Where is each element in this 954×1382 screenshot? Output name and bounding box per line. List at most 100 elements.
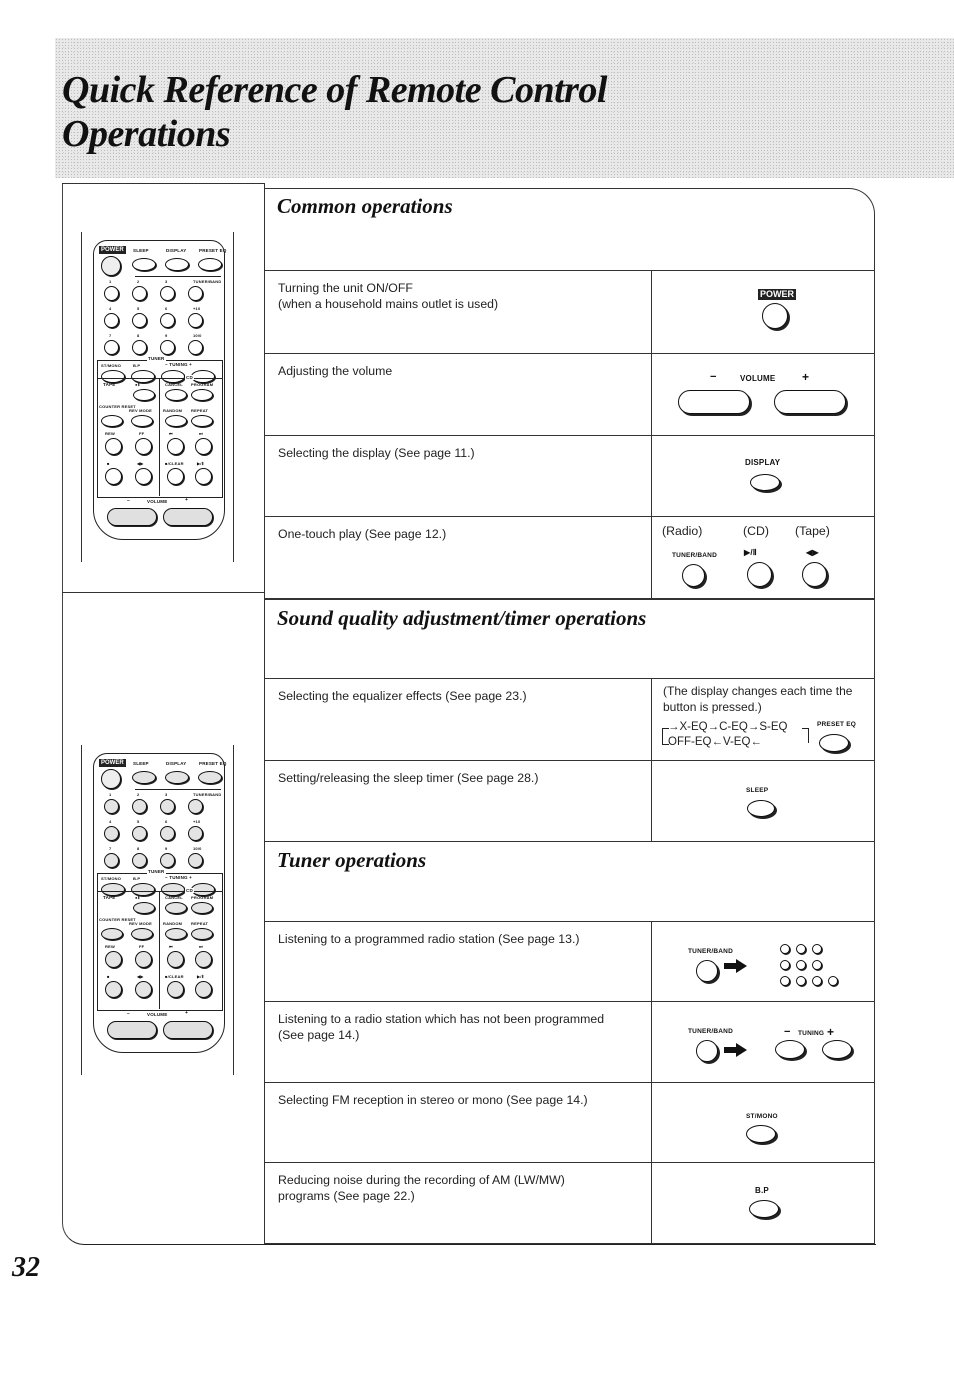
remote-transport-button[interactable]	[167, 981, 184, 998]
remote-volume-up[interactable]	[163, 1021, 213, 1039]
remote-numpad-button[interactable]	[104, 313, 119, 328]
tuning-up-button[interactable]	[822, 1040, 852, 1059]
bp-button[interactable]	[749, 1200, 779, 1218]
remote-transport-button[interactable]	[195, 468, 212, 485]
remote-function-button[interactable]	[101, 415, 123, 427]
remote-transport-button[interactable]	[105, 951, 122, 968]
remote-transport-button[interactable]	[195, 981, 212, 998]
remote-top-button[interactable]	[165, 771, 189, 784]
cd-play-pause-button[interactable]	[747, 562, 772, 587]
numeric-key[interactable]	[780, 960, 790, 970]
remote-cd-button[interactable]	[165, 389, 187, 401]
remote-numpad-button[interactable]	[132, 340, 147, 355]
remote-cd-button[interactable]	[165, 902, 187, 914]
remote-tape-button[interactable]	[133, 389, 155, 401]
remote-top-button[interactable]	[198, 771, 222, 784]
remote-numpad-button[interactable]	[160, 313, 175, 328]
remote-numpad-button[interactable]	[188, 340, 203, 355]
remote-numpad-button[interactable]	[104, 799, 119, 814]
volume-down-button[interactable]	[678, 390, 750, 414]
remote-function-button[interactable]	[191, 415, 213, 427]
remote-cd-button[interactable]	[191, 902, 213, 914]
remote-transport-button[interactable]	[195, 438, 212, 455]
remote-volume-down[interactable]	[107, 508, 157, 526]
tuner-band-button[interactable]	[682, 564, 705, 587]
remote-transport-button[interactable]	[105, 981, 122, 998]
numeric-key[interactable]	[796, 976, 806, 986]
remote-function-button[interactable]	[165, 415, 187, 427]
remote-function-button[interactable]	[101, 928, 123, 940]
display-button[interactable]	[750, 474, 780, 491]
tuning-down-button[interactable]	[775, 1040, 805, 1059]
remote-numpad-button[interactable]	[160, 853, 175, 868]
arrow-right-icon	[724, 959, 747, 973]
remote-numpad-button[interactable]	[132, 826, 147, 841]
remote-transport-button[interactable]	[135, 981, 152, 998]
remote-power-button[interactable]	[101, 769, 121, 789]
remote-divider	[135, 276, 221, 277]
preset-eq-button[interactable]	[819, 734, 849, 752]
remote-function-button[interactable]	[131, 415, 153, 427]
numeric-key[interactable]	[812, 944, 822, 954]
numeric-key[interactable]	[812, 976, 822, 986]
numeric-key[interactable]	[828, 976, 838, 986]
remote-transport-button[interactable]	[195, 951, 212, 968]
sleep-button[interactable]	[747, 800, 775, 817]
numeric-key[interactable]	[780, 976, 790, 986]
numeric-key[interactable]	[812, 960, 822, 970]
tuner-band-button[interactable]	[696, 1040, 718, 1062]
remote-function-button[interactable]	[131, 928, 153, 940]
remote-numpad-button[interactable]	[188, 826, 203, 841]
remote-tape-button[interactable]	[133, 902, 155, 914]
section-title: Tuner operations	[277, 848, 427, 872]
remote-function-button[interactable]	[191, 928, 213, 940]
remote-numpad-button[interactable]	[132, 799, 147, 814]
power-button[interactable]	[762, 303, 788, 329]
volume-up-button[interactable]	[774, 390, 846, 414]
remote-transport-button[interactable]	[135, 951, 152, 968]
remote-numpad-button[interactable]	[160, 340, 175, 355]
remote-volume-down[interactable]	[107, 1021, 157, 1039]
remote-numpad-button[interactable]	[160, 799, 175, 814]
remote-numpad-button[interactable]	[104, 853, 119, 868]
tape-play-button[interactable]	[802, 562, 827, 587]
remote-numpad-button[interactable]	[104, 286, 119, 301]
remote-volume-up[interactable]	[163, 508, 213, 526]
remote-function-button[interactable]	[165, 928, 187, 940]
remote-numpad-button[interactable]	[132, 853, 147, 868]
remote-cd-key-label: PROGRAM	[191, 895, 214, 900]
remote-top-button[interactable]	[132, 258, 156, 271]
remote-transport-button[interactable]	[105, 468, 122, 485]
remote-cd-button[interactable]	[191, 389, 213, 401]
tuner-band-button[interactable]	[696, 960, 718, 982]
numeric-key[interactable]	[780, 944, 790, 954]
remote-numpad-button[interactable]	[188, 853, 203, 868]
st-mono-button[interactable]	[746, 1125, 776, 1143]
remote-numpad-button[interactable]	[104, 340, 119, 355]
remote-numpad-button[interactable]	[188, 799, 203, 814]
remote-numpad-button[interactable]	[160, 826, 175, 841]
numeric-key[interactable]	[796, 944, 806, 954]
remote-numpad-button[interactable]	[132, 313, 147, 328]
remote-numpad-button[interactable]	[188, 286, 203, 301]
remote-numpad-button[interactable]	[160, 286, 175, 301]
remote-transport-button[interactable]	[135, 468, 152, 485]
remote-top-button[interactable]	[132, 771, 156, 784]
remote-numpad-button[interactable]	[104, 826, 119, 841]
remote-numpad-button[interactable]	[132, 286, 147, 301]
remote-numpad-label: 7	[109, 333, 112, 338]
remote-top-button[interactable]	[165, 258, 189, 271]
remote-top-button[interactable]	[198, 258, 222, 271]
remote-transport-button[interactable]	[135, 438, 152, 455]
button-cell: SLEEP	[651, 761, 875, 841]
eq-note: (The display changes each time the butto…	[663, 684, 853, 714]
remote-transport-button[interactable]	[167, 951, 184, 968]
remote-numpad-button[interactable]	[188, 313, 203, 328]
remote-transport-button[interactable]	[105, 438, 122, 455]
remote-power-button[interactable]	[101, 256, 121, 276]
frame-top-border	[62, 183, 265, 184]
remote-transport-button[interactable]	[167, 468, 184, 485]
remote-transport-button[interactable]	[167, 438, 184, 455]
numeric-key[interactable]	[796, 960, 806, 970]
remote-tape-label: TAPE	[103, 895, 116, 900]
